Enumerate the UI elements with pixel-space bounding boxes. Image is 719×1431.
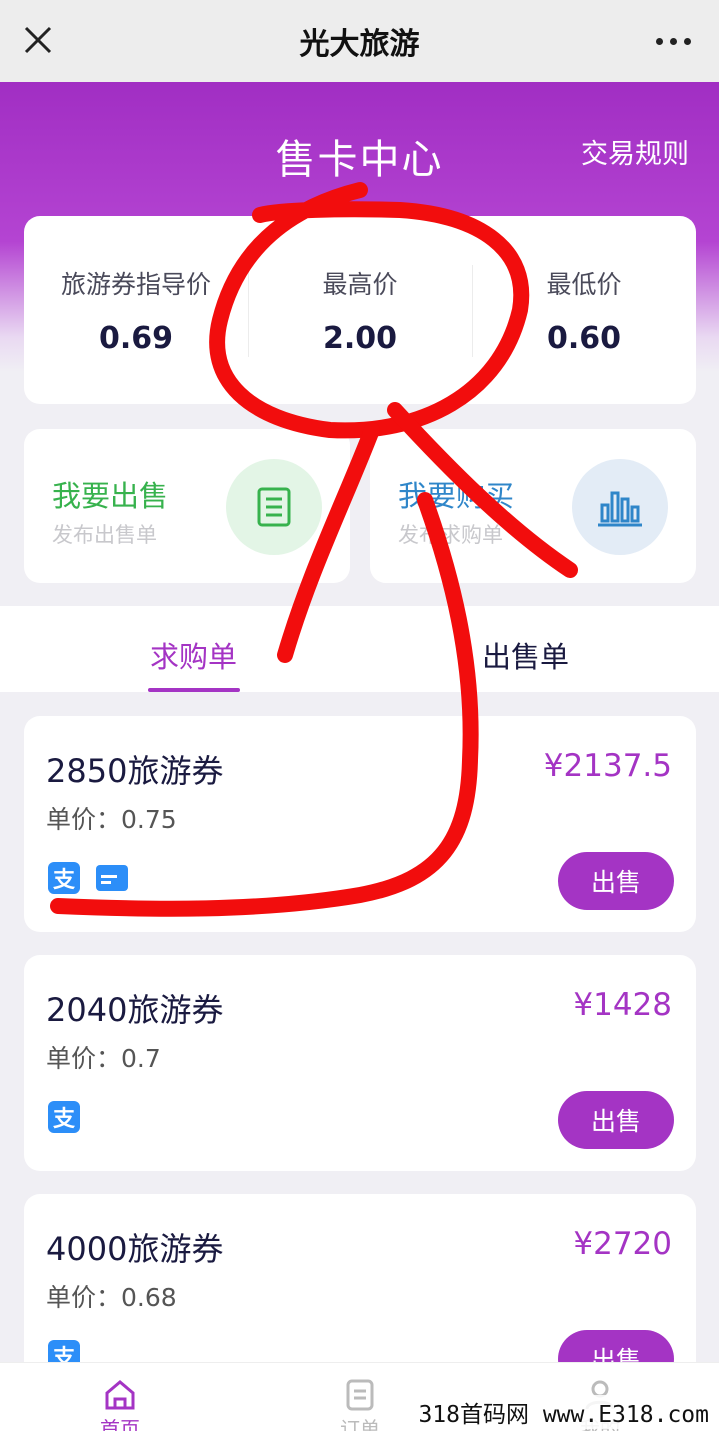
guide-price-label: 旅游券指导价: [60, 269, 211, 299]
more-icon[interactable]: [656, 38, 691, 45]
alipay-icon: 支: [48, 1101, 80, 1133]
sell-button[interactable]: 出售: [558, 1091, 674, 1149]
order-unit-price: 单价：0.7: [46, 1044, 161, 1073]
trade-rules-link[interactable]: 交易规则: [581, 132, 689, 171]
buy-action-subtitle: 发布求购单: [398, 523, 503, 547]
highest-price: 最高价 2.00: [248, 264, 472, 357]
nav-home-label: 首页: [100, 1417, 140, 1431]
title-bar: 光大旅游: [0, 0, 719, 82]
order-card: 2040旅游券 单价：0.7 ¥1428 支 出售: [24, 955, 696, 1171]
highest-price-label: 最高价: [322, 269, 398, 299]
payment-methods: 支: [48, 862, 128, 894]
order-icon: [346, 1379, 374, 1411]
buy-action-card[interactable]: 我要购买 发布求购单: [370, 429, 696, 583]
order-name: 2850旅游券: [46, 752, 224, 790]
tab-sell-orders[interactable]: 出售单: [482, 634, 569, 676]
order-amount: ¥2720: [573, 1226, 672, 1262]
alipay-icon: 支: [48, 862, 80, 894]
lowest-price-value: 0.60: [546, 320, 622, 356]
nav-home[interactable]: 首页: [75, 1379, 165, 1431]
order-unit-price: 单价：0.75: [46, 805, 177, 834]
sell-action-title: 我要出售: [52, 479, 169, 513]
order-unit-price: 单价：0.68: [46, 1283, 177, 1312]
bar-chart-icon: [572, 459, 668, 555]
bank-card-icon: [96, 865, 128, 891]
home-icon: [105, 1380, 135, 1410]
sell-action-card[interactable]: 我要出售 发布出售单: [24, 429, 350, 583]
sell-button[interactable]: 出售: [558, 852, 674, 910]
lowest-price: 最低价 0.60: [472, 264, 696, 357]
highest-price-value: 2.00: [322, 320, 398, 356]
active-tab-indicator: [148, 688, 240, 692]
close-icon[interactable]: [18, 20, 58, 60]
lowest-price-label: 最低价: [546, 269, 622, 299]
price-summary-card: 旅游券指导价 0.69 最高价 2.00 最低价 0.60: [24, 216, 696, 404]
tab-buy-orders[interactable]: 求购单: [150, 634, 237, 676]
nav-orders-label: 订单: [340, 1417, 380, 1431]
app-title: 光大旅游: [299, 27, 420, 62]
sell-action-subtitle: 发布出售单: [52, 523, 157, 547]
order-amount: ¥1428: [573, 987, 672, 1023]
document-icon: [226, 459, 322, 555]
order-name: 2040旅游券: [46, 991, 224, 1029]
nav-orders[interactable]: 订单: [315, 1379, 405, 1431]
site-watermark: 318首码网 www.E318.com: [414, 1395, 713, 1429]
guide-price: 旅游券指导价 0.69: [24, 265, 248, 356]
buy-action-title: 我要购买: [398, 479, 515, 513]
order-amount: ¥2137.5: [543, 748, 672, 784]
order-card: 2850旅游券 单价：0.75 ¥2137.5 支 出售: [24, 716, 696, 932]
order-name: 4000旅游券: [46, 1230, 224, 1268]
guide-price-value: 0.69: [98, 320, 174, 356]
order-tabs: 求购单 出售单: [0, 606, 719, 692]
payment-methods: 支: [48, 1101, 80, 1133]
